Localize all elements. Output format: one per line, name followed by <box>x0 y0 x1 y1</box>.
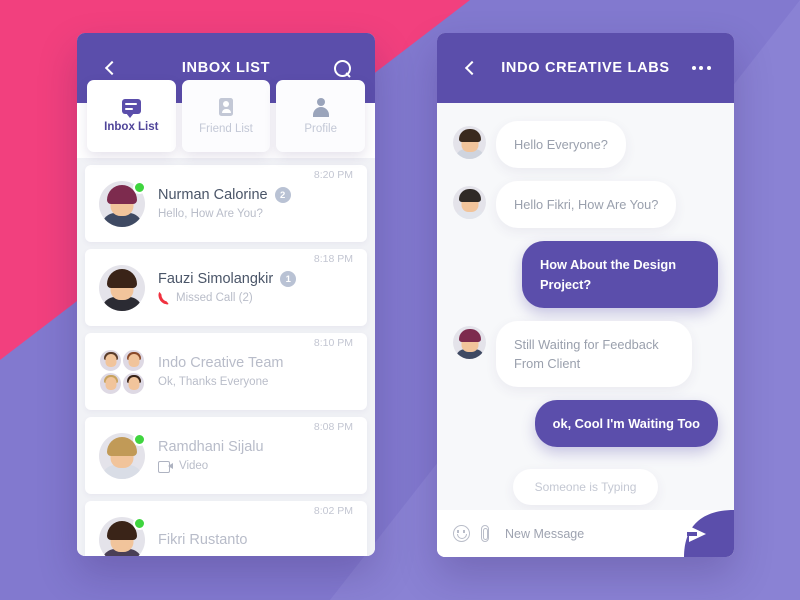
tab-friend-list[interactable]: Friend List <box>181 80 271 152</box>
page-title-chat: INDO CREATIVE LABS <box>501 60 670 76</box>
timestamp: 8:08 PM <box>313 421 353 433</box>
table-row[interactable]: Fikri Rustanto 8:02 PM <box>85 501 367 556</box>
message-preview: Hello, How Are You? <box>158 208 263 220</box>
timestamp: 8:02 PM <box>313 505 353 517</box>
contact-name: Fikri Rustanto <box>158 531 248 548</box>
message-input-bar: New Message <box>437 510 734 557</box>
avatar <box>99 180 146 227</box>
person-icon <box>312 97 330 117</box>
avatar <box>453 325 486 359</box>
search-icon <box>333 59 351 77</box>
tab-inbox-list[interactable]: Inbox List <box>87 80 176 152</box>
table-row[interactable]: Ramdhani Sijalu Video 8:08 PM <box>85 417 367 494</box>
conversation-list[interactable]: Nurman Calorine 2 Hello, How Are You? 8:… <box>77 158 375 556</box>
page-title-inbox: INBOX LIST <box>181 60 271 76</box>
contact-name: Indo Creative Team <box>158 355 284 371</box>
message-preview: Video <box>179 460 209 472</box>
send-arrow-icon <box>686 525 706 542</box>
contact-name: Ramdhani Sijalu <box>158 439 264 455</box>
search-button[interactable] <box>329 55 355 81</box>
timestamp: 8:20 PM <box>313 169 353 181</box>
message-thread[interactable]: Hello Everyone? Hello Fikri, How Are You… <box>437 103 734 510</box>
timestamp: 8:10 PM <box>313 337 353 349</box>
chat-bubble-icon <box>121 99 141 118</box>
back-button-right[interactable] <box>457 55 483 81</box>
list-item: ok, Cool I'm Waiting Too <box>453 400 718 448</box>
message-bubble-incoming: Hello Fikri, How Are You? <box>496 181 677 229</box>
inbox-list-screen: INBOX LIST Inbox List Friend List Profil… <box>77 33 375 556</box>
list-item: How About the Design Project? <box>453 241 718 308</box>
message-bubble-incoming: Still Waiting for Feedback From Client <box>496 320 692 388</box>
contact-card-icon <box>219 97 233 116</box>
video-icon <box>158 461 173 473</box>
contact-name: Nurman Calorine <box>158 187 268 203</box>
avatar <box>99 264 145 311</box>
unread-badge: 1 <box>280 271 297 287</box>
more-options-icon <box>691 66 711 70</box>
more-options-button[interactable] <box>688 55 714 81</box>
list-item: Hello Fikri, How Are You? <box>453 181 718 229</box>
message-preview: Ok, Thanks Everyone <box>158 376 269 388</box>
message-preview: Missed Call (2) <box>176 292 253 304</box>
tab-profile[interactable]: Profile <box>276 80 366 152</box>
unread-badge: 2 <box>274 187 291 203</box>
online-status-indicator <box>133 516 146 530</box>
typing-indicator-wrap: Someone is Typing <box>453 469 718 506</box>
tab-bar: Inbox List Friend List Profile <box>77 80 375 152</box>
chevron-left-icon <box>104 60 120 76</box>
paperclip-icon[interactable] <box>481 525 489 542</box>
smiley-icon[interactable] <box>453 525 470 542</box>
avatar <box>99 516 146 556</box>
back-button-left[interactable] <box>97 55 123 81</box>
chat-screen: INDO CREATIVE LABS Hello Everyone? Hello… <box>437 33 734 557</box>
avatar <box>453 186 486 220</box>
table-row[interactable]: Indo Creative Team Ok, Thanks Everyone 8… <box>85 333 367 410</box>
timestamp: 8:18 PM <box>313 253 353 265</box>
table-row[interactable]: Fauzi Simolangkir 1 Missed Call (2) 8:18… <box>85 249 367 326</box>
list-item: Hello Everyone? <box>453 121 718 169</box>
tab-label-friend: Friend List <box>199 122 253 135</box>
message-bubble-incoming: Hello Everyone? <box>496 121 626 169</box>
avatar-group <box>99 348 145 395</box>
chat-header: INDO CREATIVE LABS <box>437 33 734 103</box>
send-button[interactable] <box>654 510 734 557</box>
contact-name: Fauzi Simolangkir <box>158 271 274 287</box>
tab-label-profile: Profile <box>304 122 337 135</box>
chevron-left-icon <box>464 60 480 76</box>
online-status-indicator <box>133 432 146 446</box>
table-row[interactable]: Nurman Calorine 2 Hello, How Are You? 8:… <box>85 165 367 242</box>
online-status-indicator <box>133 180 146 194</box>
avatar <box>99 432 146 479</box>
tab-label-inbox: Inbox List <box>104 121 159 133</box>
list-item: Still Waiting for Feedback From Client <box>453 320 718 388</box>
avatar <box>453 126 486 159</box>
message-bubble-outgoing: ok, Cool I'm Waiting Too <box>534 400 718 448</box>
message-bubble-outgoing: How About the Design Project? <box>522 241 718 308</box>
missed-call-icon <box>158 292 170 304</box>
typing-indicator: Someone is Typing <box>512 469 659 506</box>
